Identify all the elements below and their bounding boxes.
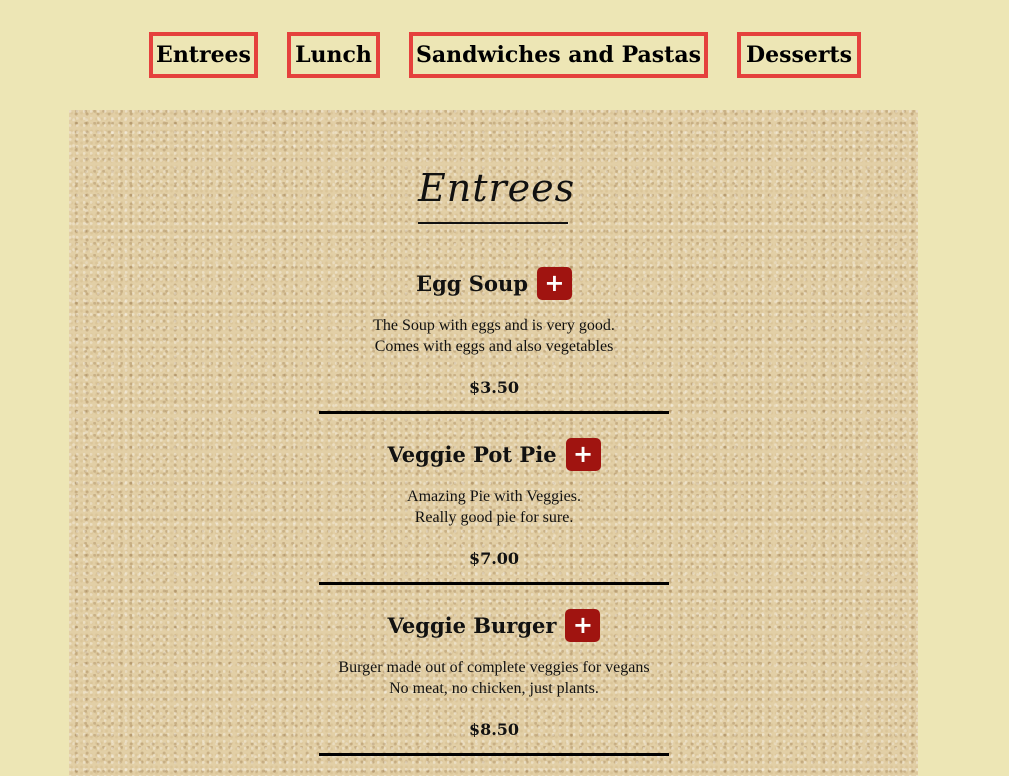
plus-icon: + — [544, 269, 565, 297]
add-to-order-button[interactable]: + — [565, 608, 601, 642]
plus-icon: + — [572, 611, 594, 639]
menu-item-price: $7.00 — [468, 549, 520, 568]
tab-sandwiches-and-pastas[interactable]: Sandwiches and Pastas — [409, 32, 708, 78]
menu-item-name: Veggie Pot Pie — [387, 441, 557, 467]
description-line: Comes with eggs and also vegetables — [374, 338, 614, 355]
item-divider — [319, 582, 669, 585]
menu-item: Veggie Burger + Burger made out of compl… — [269, 605, 719, 765]
category-nav: Entrees Lunch Sandwiches and Pastas Dess… — [0, 0, 1009, 100]
description-line: Amazing Pie with Veggies. — [407, 488, 581, 505]
menu-item-name: Egg Soup — [416, 270, 528, 296]
menu-item: Egg Soup + The Soup with eggs and is ver… — [269, 263, 719, 423]
tab-entrees[interactable]: Entrees — [149, 32, 258, 78]
tab-desserts[interactable]: Desserts — [737, 32, 861, 78]
description-line: Really good pie for sure. — [414, 509, 574, 526]
item-divider — [319, 753, 669, 756]
menu-item-name: Veggie Burger — [387, 612, 557, 638]
add-to-order-button[interactable]: + — [536, 266, 572, 300]
menu-item-description: Burger made out of complete veggies for … — [269, 657, 719, 699]
item-divider — [319, 411, 669, 414]
menu-item-header: Veggie Pot Pie + — [269, 434, 719, 474]
menu-item-header: Egg Soup + — [269, 263, 719, 303]
plus-icon: + — [573, 440, 594, 468]
menu-item-header: Veggie Burger + — [269, 605, 719, 645]
menu-item: Veggie Pot Pie + Amazing Pie with Veggie… — [269, 434, 719, 594]
menu-item-price: $8.50 — [468, 720, 520, 739]
description-line: The Soup with eggs and is very good. — [373, 317, 615, 334]
add-to-order-button[interactable]: + — [565, 437, 601, 471]
menu-panel: Entrees Egg Soup + The Soup with eggs an… — [69, 110, 918, 776]
description-line: No meat, no chicken, just plants. — [389, 680, 599, 697]
menu-item-description: Amazing Pie with Veggies. Really good pi… — [269, 486, 719, 528]
section-title: Entrees — [418, 166, 576, 210]
description-line: Burger made out of complete veggies for … — [338, 659, 650, 676]
menu-item-description: The Soup with eggs and is very good. Com… — [269, 315, 719, 357]
menu-item-price: $3.50 — [468, 378, 520, 397]
title-underline — [418, 222, 568, 224]
tab-lunch[interactable]: Lunch — [287, 32, 380, 78]
